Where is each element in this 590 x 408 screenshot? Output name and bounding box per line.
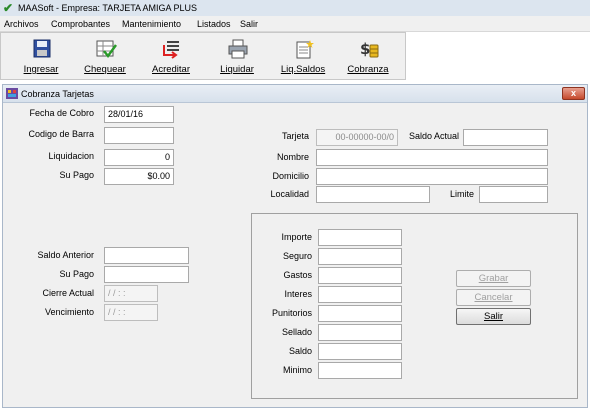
cobranza-title: Cobranza Tarjetas bbox=[21, 89, 94, 99]
menu-comprobantes[interactable]: Comprobantes bbox=[51, 19, 110, 29]
menu-salir[interactable]: Salir bbox=[240, 19, 258, 29]
liq-saldos-button[interactable]: Liq.Saldos bbox=[273, 35, 333, 79]
cobranza-button[interactable]: $ Cobranza bbox=[338, 35, 398, 79]
cierre-actual-label: Cierre Actual bbox=[42, 288, 94, 298]
spreadsheet-check-icon bbox=[96, 40, 117, 59]
gastos-label: Gastos bbox=[283, 270, 312, 280]
vencimiento-field[interactable]: / / : : bbox=[104, 304, 158, 321]
chequear-button[interactable]: Chequear bbox=[75, 35, 135, 79]
nombre-field[interactable] bbox=[316, 149, 548, 166]
liq-saldos-label: Liq.Saldos bbox=[280, 64, 326, 75]
limite-label: Limite bbox=[449, 189, 474, 199]
acreditar-label: Acreditar bbox=[151, 64, 190, 75]
interes-label: Interes bbox=[284, 289, 312, 299]
liquidacion-label: Liquidacion bbox=[48, 151, 94, 161]
close-button[interactable]: x bbox=[562, 87, 585, 100]
svg-text:$: $ bbox=[360, 40, 370, 58]
fecha-cobro-label: Fecha de Cobro bbox=[29, 108, 94, 118]
menu-listados[interactable]: Listados bbox=[197, 19, 231, 29]
limite-field[interactable] bbox=[479, 186, 548, 203]
acreditar-button[interactable]: Acreditar bbox=[141, 35, 201, 79]
grabar-button[interactable]: Grabar bbox=[456, 270, 531, 287]
salir-button[interactable]: Salir bbox=[456, 308, 531, 325]
importe-field[interactable] bbox=[318, 229, 402, 246]
domicilio-field[interactable] bbox=[316, 168, 548, 185]
saldo-field[interactable] bbox=[318, 343, 402, 360]
interes-field[interactable] bbox=[318, 286, 402, 303]
liquidar-button[interactable]: Liquidar bbox=[207, 35, 267, 79]
app-title-bar: ✔ MAASoft - Empresa: TARJETA AMIGA PLUS bbox=[0, 0, 590, 16]
gastos-field[interactable] bbox=[318, 267, 402, 284]
cobranza-label: Cobranza bbox=[347, 64, 389, 75]
su-pago-2-field[interactable] bbox=[104, 266, 189, 283]
ingresar-label: Ingresar bbox=[23, 64, 59, 75]
ingresar-button[interactable]: Ingresar bbox=[11, 35, 71, 79]
cobranza-title-bar: Cobranza Tarjetas x bbox=[3, 85, 587, 103]
saldo-anterior-label: Saldo Anterior bbox=[37, 250, 94, 260]
cancelar-button[interactable]: Cancelar bbox=[456, 289, 531, 306]
sellado-field[interactable] bbox=[318, 324, 402, 341]
app-check-icon: ✔ bbox=[3, 1, 14, 15]
codigo-barra-field[interactable] bbox=[104, 127, 174, 144]
menu-archivos[interactable]: Archivos bbox=[4, 19, 39, 29]
domicilio-label: Domicilio bbox=[272, 171, 309, 181]
su-pago-2-label: Su Pago bbox=[59, 269, 94, 279]
saldo-actual-field[interactable] bbox=[463, 129, 548, 146]
tarjeta-field[interactable]: 00-00000-00/0 bbox=[316, 129, 398, 146]
saldo-label: Saldo bbox=[288, 346, 312, 356]
floppy-disk-icon bbox=[33, 39, 51, 58]
seguro-label: Seguro bbox=[282, 251, 312, 261]
cierre-actual-field[interactable]: / / : : bbox=[104, 285, 158, 302]
minimo-field[interactable] bbox=[318, 362, 402, 379]
printer-icon bbox=[228, 39, 248, 59]
document-star-icon bbox=[296, 40, 314, 59]
codigo-barra-label: Codigo de Barra bbox=[28, 129, 94, 139]
chequear-label: Chequear bbox=[84, 64, 126, 75]
importe-label: Importe bbox=[281, 232, 312, 242]
punitorios-field[interactable] bbox=[318, 305, 402, 322]
minimo-label: Minimo bbox=[282, 365, 312, 375]
su-pago-label: Su Pago bbox=[59, 170, 94, 180]
tarjeta-label: Tarjeta bbox=[281, 131, 309, 141]
liquidacion-field[interactable]: 0 bbox=[104, 149, 174, 166]
app-title: MAASoft - Empresa: TARJETA AMIGA PLUS bbox=[18, 3, 198, 13]
saldo-anterior-field[interactable] bbox=[104, 247, 189, 264]
cobranza-window: Cobranza Tarjetas x Fecha de Cobro 28/01… bbox=[2, 84, 588, 408]
localidad-field[interactable] bbox=[316, 186, 430, 203]
su-pago-field[interactable]: $0.00 bbox=[104, 168, 174, 185]
importes-groupbox: Importe Seguro Gastos Interes Punitorios… bbox=[251, 213, 578, 399]
saldo-actual-label: Saldo Actual bbox=[408, 131, 459, 141]
localidad-label: Localidad bbox=[270, 189, 309, 199]
toolbar: Ingresar Chequear Acreditar Liquidar Liq… bbox=[0, 32, 406, 80]
fecha-cobro-field[interactable]: 28/01/16 bbox=[104, 106, 174, 123]
seguro-field[interactable] bbox=[318, 248, 402, 265]
liquidar-label: Liquidar bbox=[220, 64, 254, 75]
menu-bar: Archivos Comprobantes Mantenimiento List… bbox=[0, 16, 590, 32]
nombre-label: Nombre bbox=[276, 152, 309, 162]
dollar-coins-icon: $ bbox=[360, 40, 379, 58]
punitorios-label: Punitorios bbox=[271, 308, 312, 318]
window-app-icon bbox=[6, 88, 18, 99]
menu-mantenimiento[interactable]: Mantenimiento bbox=[122, 19, 181, 29]
vencimiento-label: Vencimiento bbox=[44, 307, 94, 317]
list-arrow-icon bbox=[163, 41, 179, 59]
sellado-label: Sellado bbox=[281, 327, 312, 337]
